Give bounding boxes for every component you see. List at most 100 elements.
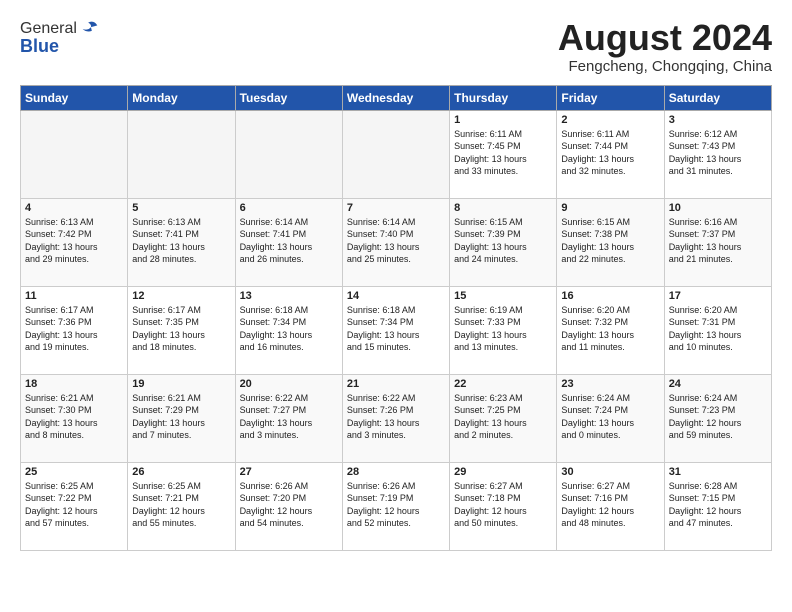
day-cell: 3 Sunrise: 6:12 AM Sunset: 7:43 PM Daylig… xyxy=(664,110,771,198)
day-info: Sunrise: 6:18 AM Sunset: 7:34 PM Dayligh… xyxy=(240,304,338,354)
day-cell: 17 Sunrise: 6:20 AM Sunset: 7:31 PM Dayli… xyxy=(664,286,771,374)
day-cell: 15Sunrise: 6:19 AM Sunset: 7:33 PM Dayli… xyxy=(450,286,557,374)
day-info: Sunrise: 6:20 AM Sunset: 7:31 PM Dayligh… xyxy=(669,304,767,354)
week-row-1: 1 Sunrise: 6:11 AM Sunset: 7:45 PM Daylig… xyxy=(21,110,772,198)
day-number: 5 xyxy=(132,202,230,214)
logo: General Blue xyxy=(20,18,101,57)
day-number: 30 xyxy=(561,466,659,478)
day-number: 18 xyxy=(25,378,123,390)
day-number: 21 xyxy=(347,378,445,390)
weekday-header-tuesday: Tuesday xyxy=(235,85,342,110)
day-cell xyxy=(128,110,235,198)
day-cell: 1 Sunrise: 6:11 AM Sunset: 7:45 PM Daylig… xyxy=(450,110,557,198)
day-info: Sunrise: 6:17 AM Sunset: 7:35 PM Dayligh… xyxy=(132,304,230,354)
week-row-4: 18 Sunrise: 6:21 AM Sunset: 7:30 PM Dayli… xyxy=(21,374,772,462)
day-info: Sunrise: 6:25 AM Sunset: 7:21 PM Dayligh… xyxy=(132,480,230,530)
day-info: Sunrise: 6:15 AM Sunset: 7:38 PM Dayligh… xyxy=(561,216,659,266)
day-number: 24 xyxy=(669,378,767,390)
day-cell: 27Sunrise: 6:26 AM Sunset: 7:20 PM Dayli… xyxy=(235,462,342,550)
day-cell: 10Sunrise: 6:16 AM Sunset: 7:37 PM Dayli… xyxy=(664,198,771,286)
day-info: Sunrise: 6:14 AM Sunset: 7:40 PM Dayligh… xyxy=(347,216,445,266)
day-number: 28 xyxy=(347,466,445,478)
day-number: 15 xyxy=(454,290,552,302)
weekday-header-saturday: Saturday xyxy=(664,85,771,110)
day-info: Sunrise: 6:26 AM Sunset: 7:20 PM Dayligh… xyxy=(240,480,338,530)
day-cell: 29Sunrise: 6:27 AM Sunset: 7:18 PM Dayli… xyxy=(450,462,557,550)
day-cell: 31 Sunrise: 6:28 AM Sunset: 7:15 PM Dayli… xyxy=(664,462,771,550)
day-info: Sunrise: 6:11 AM Sunset: 7:45 PM Dayligh… xyxy=(454,128,552,178)
page: General Blue August 2024 Fengcheng, Chon… xyxy=(0,0,792,563)
day-info: Sunrise: 6:26 AM Sunset: 7:19 PM Dayligh… xyxy=(347,480,445,530)
day-info: Sunrise: 6:17 AM Sunset: 7:36 PM Dayligh… xyxy=(25,304,123,354)
day-cell: 14 Sunrise: 6:18 AM Sunset: 7:34 PM Dayli… xyxy=(342,286,449,374)
day-info: Sunrise: 6:14 AM Sunset: 7:41 PM Dayligh… xyxy=(240,216,338,266)
day-cell: 20 Sunrise: 6:22 AM Sunset: 7:27 PM Dayli… xyxy=(235,374,342,462)
day-info: Sunrise: 6:21 AM Sunset: 7:30 PM Dayligh… xyxy=(25,392,123,442)
day-info: Sunrise: 6:27 AM Sunset: 7:16 PM Dayligh… xyxy=(561,480,659,530)
day-number: 14 xyxy=(347,290,445,302)
day-number: 6 xyxy=(240,202,338,214)
logo-bird-icon xyxy=(79,18,101,40)
weekday-header-monday: Monday xyxy=(128,85,235,110)
weekday-header-row: SundayMondayTuesdayWednesdayThursdayFrid… xyxy=(21,85,772,110)
day-cell: 11 Sunrise: 6:17 AM Sunset: 7:36 PM Dayli… xyxy=(21,286,128,374)
day-cell: 7 Sunrise: 6:14 AM Sunset: 7:40 PM Daylig… xyxy=(342,198,449,286)
day-cell: 12 Sunrise: 6:17 AM Sunset: 7:35 PM Dayli… xyxy=(128,286,235,374)
location: Fengcheng, Chongqing, China xyxy=(558,58,772,75)
day-cell xyxy=(235,110,342,198)
day-info: Sunrise: 6:23 AM Sunset: 7:25 PM Dayligh… xyxy=(454,392,552,442)
day-cell: 18 Sunrise: 6:21 AM Sunset: 7:30 PM Dayli… xyxy=(21,374,128,462)
week-row-2: 4 Sunrise: 6:13 AM Sunset: 7:42 PM Daylig… xyxy=(21,198,772,286)
day-cell: 13 Sunrise: 6:18 AM Sunset: 7:34 PM Dayli… xyxy=(235,286,342,374)
day-info: Sunrise: 6:12 AM Sunset: 7:43 PM Dayligh… xyxy=(669,128,767,178)
day-cell: 4 Sunrise: 6:13 AM Sunset: 7:42 PM Daylig… xyxy=(21,198,128,286)
day-info: Sunrise: 6:24 AM Sunset: 7:23 PM Dayligh… xyxy=(669,392,767,442)
day-number: 17 xyxy=(669,290,767,302)
day-cell xyxy=(21,110,128,198)
day-number: 2 xyxy=(561,114,659,126)
day-cell: 9 Sunrise: 6:15 AM Sunset: 7:38 PM Daylig… xyxy=(557,198,664,286)
day-number: 25 xyxy=(25,466,123,478)
day-number: 7 xyxy=(347,202,445,214)
day-cell: 16 Sunrise: 6:20 AM Sunset: 7:32 PM Dayli… xyxy=(557,286,664,374)
day-number: 16 xyxy=(561,290,659,302)
day-number: 1 xyxy=(454,114,552,126)
day-info: Sunrise: 6:15 AM Sunset: 7:39 PM Dayligh… xyxy=(454,216,552,266)
day-cell: 6 Sunrise: 6:14 AM Sunset: 7:41 PM Daylig… xyxy=(235,198,342,286)
day-cell: 22Sunrise: 6:23 AM Sunset: 7:25 PM Dayli… xyxy=(450,374,557,462)
day-cell: 30 Sunrise: 6:27 AM Sunset: 7:16 PM Dayli… xyxy=(557,462,664,550)
day-info: Sunrise: 6:18 AM Sunset: 7:34 PM Dayligh… xyxy=(347,304,445,354)
day-info: Sunrise: 6:22 AM Sunset: 7:26 PM Dayligh… xyxy=(347,392,445,442)
day-info: Sunrise: 6:11 AM Sunset: 7:44 PM Dayligh… xyxy=(561,128,659,178)
day-info: Sunrise: 6:21 AM Sunset: 7:29 PM Dayligh… xyxy=(132,392,230,442)
day-cell: 19Sunrise: 6:21 AM Sunset: 7:29 PM Dayli… xyxy=(128,374,235,462)
day-info: Sunrise: 6:25 AM Sunset: 7:22 PM Dayligh… xyxy=(25,480,123,530)
day-number: 11 xyxy=(25,290,123,302)
day-number: 3 xyxy=(669,114,767,126)
month-year: August 2024 xyxy=(558,18,772,58)
day-cell: 5Sunrise: 6:13 AM Sunset: 7:41 PM Daylig… xyxy=(128,198,235,286)
day-number: 20 xyxy=(240,378,338,390)
day-cell: 26Sunrise: 6:25 AM Sunset: 7:21 PM Dayli… xyxy=(128,462,235,550)
weekday-header-friday: Friday xyxy=(557,85,664,110)
weekday-header-wednesday: Wednesday xyxy=(342,85,449,110)
day-cell: 23Sunrise: 6:24 AM Sunset: 7:24 PM Dayli… xyxy=(557,374,664,462)
week-row-3: 11 Sunrise: 6:17 AM Sunset: 7:36 PM Dayli… xyxy=(21,286,772,374)
day-info: Sunrise: 6:24 AM Sunset: 7:24 PM Dayligh… xyxy=(561,392,659,442)
day-info: Sunrise: 6:13 AM Sunset: 7:42 PM Dayligh… xyxy=(25,216,123,266)
day-number: 9 xyxy=(561,202,659,214)
day-info: Sunrise: 6:20 AM Sunset: 7:32 PM Dayligh… xyxy=(561,304,659,354)
title-block: August 2024 Fengcheng, Chongqing, China xyxy=(558,18,772,75)
day-cell: 2 Sunrise: 6:11 AM Sunset: 7:44 PM Daylig… xyxy=(557,110,664,198)
header: General Blue August 2024 Fengcheng, Chon… xyxy=(20,18,772,75)
day-number: 8 xyxy=(454,202,552,214)
day-info: Sunrise: 6:22 AM Sunset: 7:27 PM Dayligh… xyxy=(240,392,338,442)
day-cell: 25 Sunrise: 6:25 AM Sunset: 7:22 PM Dayli… xyxy=(21,462,128,550)
day-number: 31 xyxy=(669,466,767,478)
day-info: Sunrise: 6:28 AM Sunset: 7:15 PM Dayligh… xyxy=(669,480,767,530)
day-number: 13 xyxy=(240,290,338,302)
day-cell: 8 Sunrise: 6:15 AM Sunset: 7:39 PM Daylig… xyxy=(450,198,557,286)
day-number: 12 xyxy=(132,290,230,302)
day-info: Sunrise: 6:16 AM Sunset: 7:37 PM Dayligh… xyxy=(669,216,767,266)
day-number: 4 xyxy=(25,202,123,214)
